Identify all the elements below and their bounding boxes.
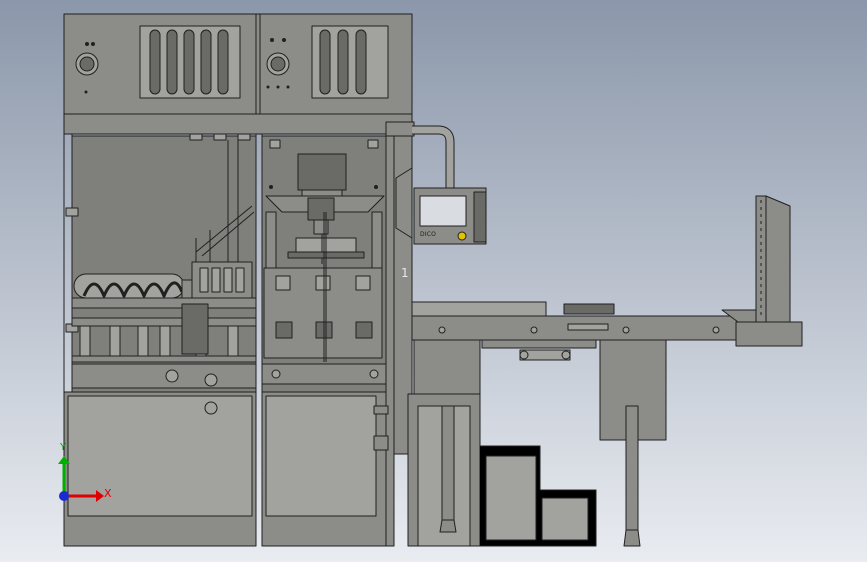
upper-cabinet bbox=[63, 13, 413, 115]
axis-y-label: Y bbox=[60, 442, 67, 453]
cad-viewport: 1 DICO X Y bbox=[0, 0, 867, 562]
machine-drawing bbox=[58, 13, 803, 547]
axis-x-label: X bbox=[104, 487, 112, 500]
lower-cabinet bbox=[63, 391, 389, 547]
conveyor-stand bbox=[407, 339, 667, 547]
hmi-button-text: DICO bbox=[420, 231, 437, 238]
callout-number: 1 bbox=[401, 266, 409, 280]
